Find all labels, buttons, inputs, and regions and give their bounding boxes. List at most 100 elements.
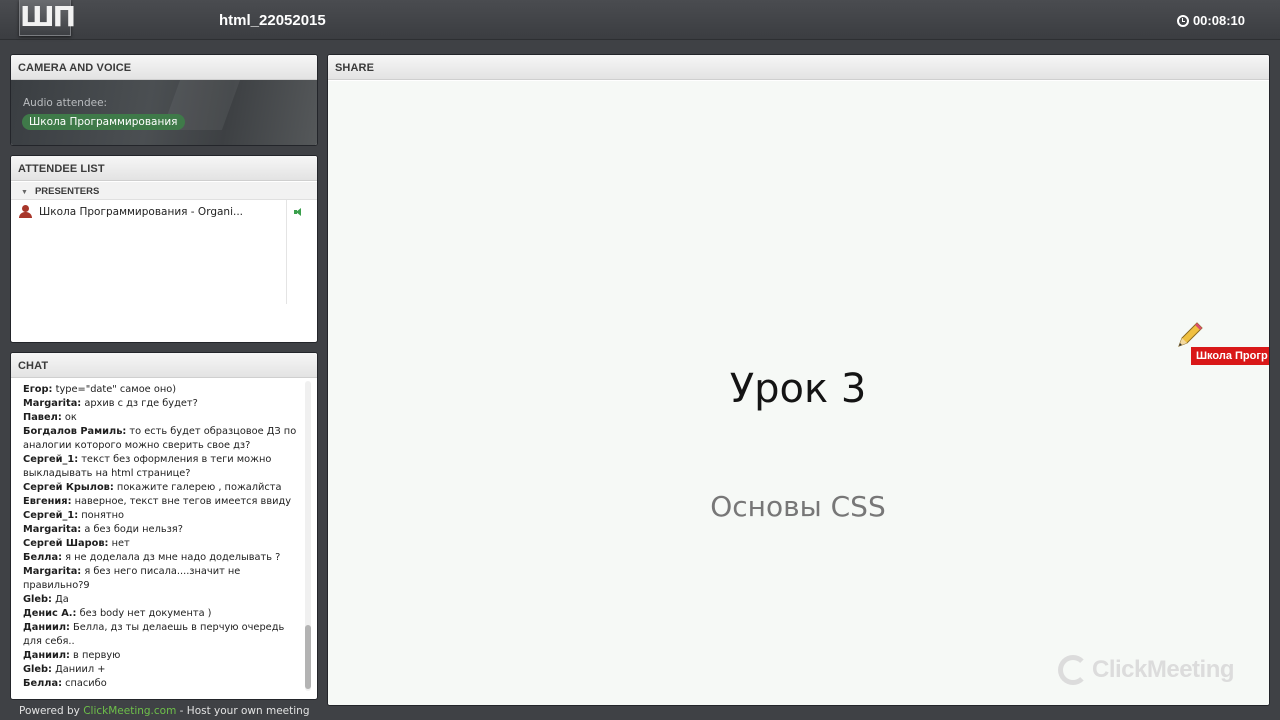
chat-message: Даниил: в первую [23,649,307,663]
camera-panel: CAMERA AND VOICE Audio attendee: Школа П… [10,54,318,146]
chat-message-author: Даниил: [23,650,70,661]
chat-message-author: Белла: [23,552,62,563]
chat-messages: Егор: type="date" самое оно) Margarita: а… [11,379,307,699]
speaker-icon[interactable] [294,208,304,216]
chat-message-text: архив с дз где будет? [81,398,198,409]
chat-message-text: понятно [78,510,125,521]
chat-message-text: Белла, дз ты делаешь в перчую очередь [69,622,285,633]
chat-message: Gleb: Даниил + [23,663,307,677]
chat-message-text: я не доделала дз мне надо доделывать ? [62,552,281,563]
chat-message-text: type="date" самое оно) [52,384,177,395]
chat-message: Павел: ок [23,411,307,425]
chat-message: Gleb: Да [23,593,307,607]
chat-message: правильно?9 [23,579,307,593]
chat-message: Сергей Крылов: покажите галерею , пожалй… [23,481,307,495]
app-logo: ШП [19,0,76,36]
chat-message-text: ок [61,412,77,423]
watermark-text: ClickMeeting [1092,656,1235,683]
footer-prefix: Powered by [19,705,84,717]
chat-message: Евгения: наверное, текст вне тегов имеет… [23,495,307,509]
chat-message-text: аналогии которого можно сверить свое дз? [23,440,251,451]
attendee-list-panel: ATTENDEE LIST ▼ PRESENTERS Школа Программ… [10,155,318,343]
chat-message: Margarita: я без него писала....значит н… [23,565,307,579]
top-bar: ШП html_22052015 00:08:10 [0,0,1280,40]
chat-scroll-thumb[interactable] [305,625,311,689]
chat-message-text: а без боди нельзя? [81,524,183,535]
chat-panel: CHAT Егор: type="date" самое оно) Margari… [10,352,318,700]
chat-message-author: Павел: [23,412,62,423]
chat-message: выкладывать на html странице? [23,467,307,481]
chat-message: Даниил: Белла, дз ты делаешь в перчую оч… [23,621,307,635]
chat-message: Margarita: а без боди нельзя? [23,523,307,537]
camera-view: Audio attendee: Школа Программирования [11,80,317,145]
slide-title: Урок 3 [729,366,867,412]
attendee-row[interactable]: Школа Программирования - Organi... [11,203,286,221]
chat-message: Белла: спасибо [23,677,307,691]
chat-message-text: я без него писала....значит не [81,566,241,577]
chat-message-author: Margarita: [23,524,82,535]
collapse-triangle-icon[interactable]: ▼ [21,189,28,196]
chat-message-author: Сергей Шаров: [23,538,109,549]
chat-message: Белла: я не доделала дз мне надо доделыв… [23,551,307,565]
chat-message-text: правильно?9 [23,580,90,591]
share-slide: Урок 3 Основы CSS Школа Прогр ClickMeeti… [328,81,1269,705]
chat-message-author: Денис А.: [23,608,77,619]
footer: Powered by ClickMeeting.com - Host your … [19,705,310,717]
chat-message-author: Сергей_1: [23,510,79,521]
chat-message-author: Евгения: [23,496,72,507]
audio-attendee-badge[interactable]: Школа Программирования [22,114,186,130]
meeting-title: html_22052015 [219,12,326,29]
chat-message-text: наверное, текст вне тегов имеется ввиду [71,496,292,507]
clickmeeting-watermark: ClickMeeting [1058,655,1235,685]
chat-message-text: выкладывать на html странице? [23,468,191,479]
share-panel: SHARE Урок 3 Основы CSS Школа Прогр Clic… [327,54,1270,706]
presenters-group[interactable]: ▼ PRESENTERS [11,182,317,200]
chat-message-author: Сергей Крылов: [23,482,114,493]
chat-message-author: Gleb: [23,594,52,605]
chat-message-text: спасибо [62,678,107,689]
column-divider [286,200,287,304]
clock-icon [1176,14,1189,27]
chat-message-text: покажите галерею , пожалйста [113,482,282,493]
chat-message-text: Да [51,594,69,605]
chat-message: аналогии которого можно сверить свое дз? [23,439,307,453]
chat-message-text: для себя.. [23,636,75,647]
chat-message: Margarita: архив с дз где будет? [23,397,307,411]
chat-message-author: Даниил: [23,622,70,633]
chat-message-author: Margarita: [23,398,82,409]
chat-message-text: нет [108,538,130,549]
pencil-icon [1178,322,1203,347]
clickmeeting-link[interactable]: ClickMeeting.com [83,705,176,717]
audio-attendee-label: Audio attendee: [23,97,108,109]
chat-panel-title: CHAT [11,353,317,378]
chat-message-text: текст без оформления в теги можно [78,454,272,465]
chat-message-author: Gleb: [23,664,52,675]
chat-message: Сергей_1: текст без оформления в теги мо… [23,453,307,467]
chat-message-text: то есть будет образцовое ДЗ по [126,426,297,437]
presenter-name-tag: Школа Прогр [1191,347,1269,365]
chat-message: Сергей_1: понятно [23,509,307,523]
meeting-timer: 00:08:10 [1176,13,1245,28]
chat-message: Денис А.: без body нет документа ) [23,607,307,621]
chat-message: Егор: type="date" самое оно) [23,383,307,397]
chat-message-author: Сергей_1: [23,454,79,465]
chat-message-author: Белла: [23,678,62,689]
chat-message-author: Егор: [23,384,53,395]
chat-message: Богдалов Рамиль: то есть будет образцово… [23,425,307,439]
chat-message-text: без body нет документа ) [76,608,212,619]
share-panel-title: SHARE [328,55,1269,80]
chat-message-author: Богдалов Рамиль: [23,426,127,437]
presenters-group-label: PRESENTERS [34,186,100,197]
person-icon [19,205,32,218]
chat-message: для себя.. [23,635,307,649]
chat-message: Сергей Шаров: нет [23,537,307,551]
chat-message-text: Даниил + [51,664,106,675]
camera-panel-title: CAMERA AND VOICE [11,55,317,80]
footer-suffix: - Host your own meeting [176,705,310,717]
chat-message-text: в первую [69,650,121,661]
clickmeeting-logo-icon [1058,655,1088,685]
attendee-name: Школа Программирования - Organi... [39,206,244,218]
chat-message-author: Margarita: [23,566,82,577]
attendee-list-title: ATTENDEE LIST [11,156,317,181]
timer-value: 00:08:10 [1192,13,1245,28]
